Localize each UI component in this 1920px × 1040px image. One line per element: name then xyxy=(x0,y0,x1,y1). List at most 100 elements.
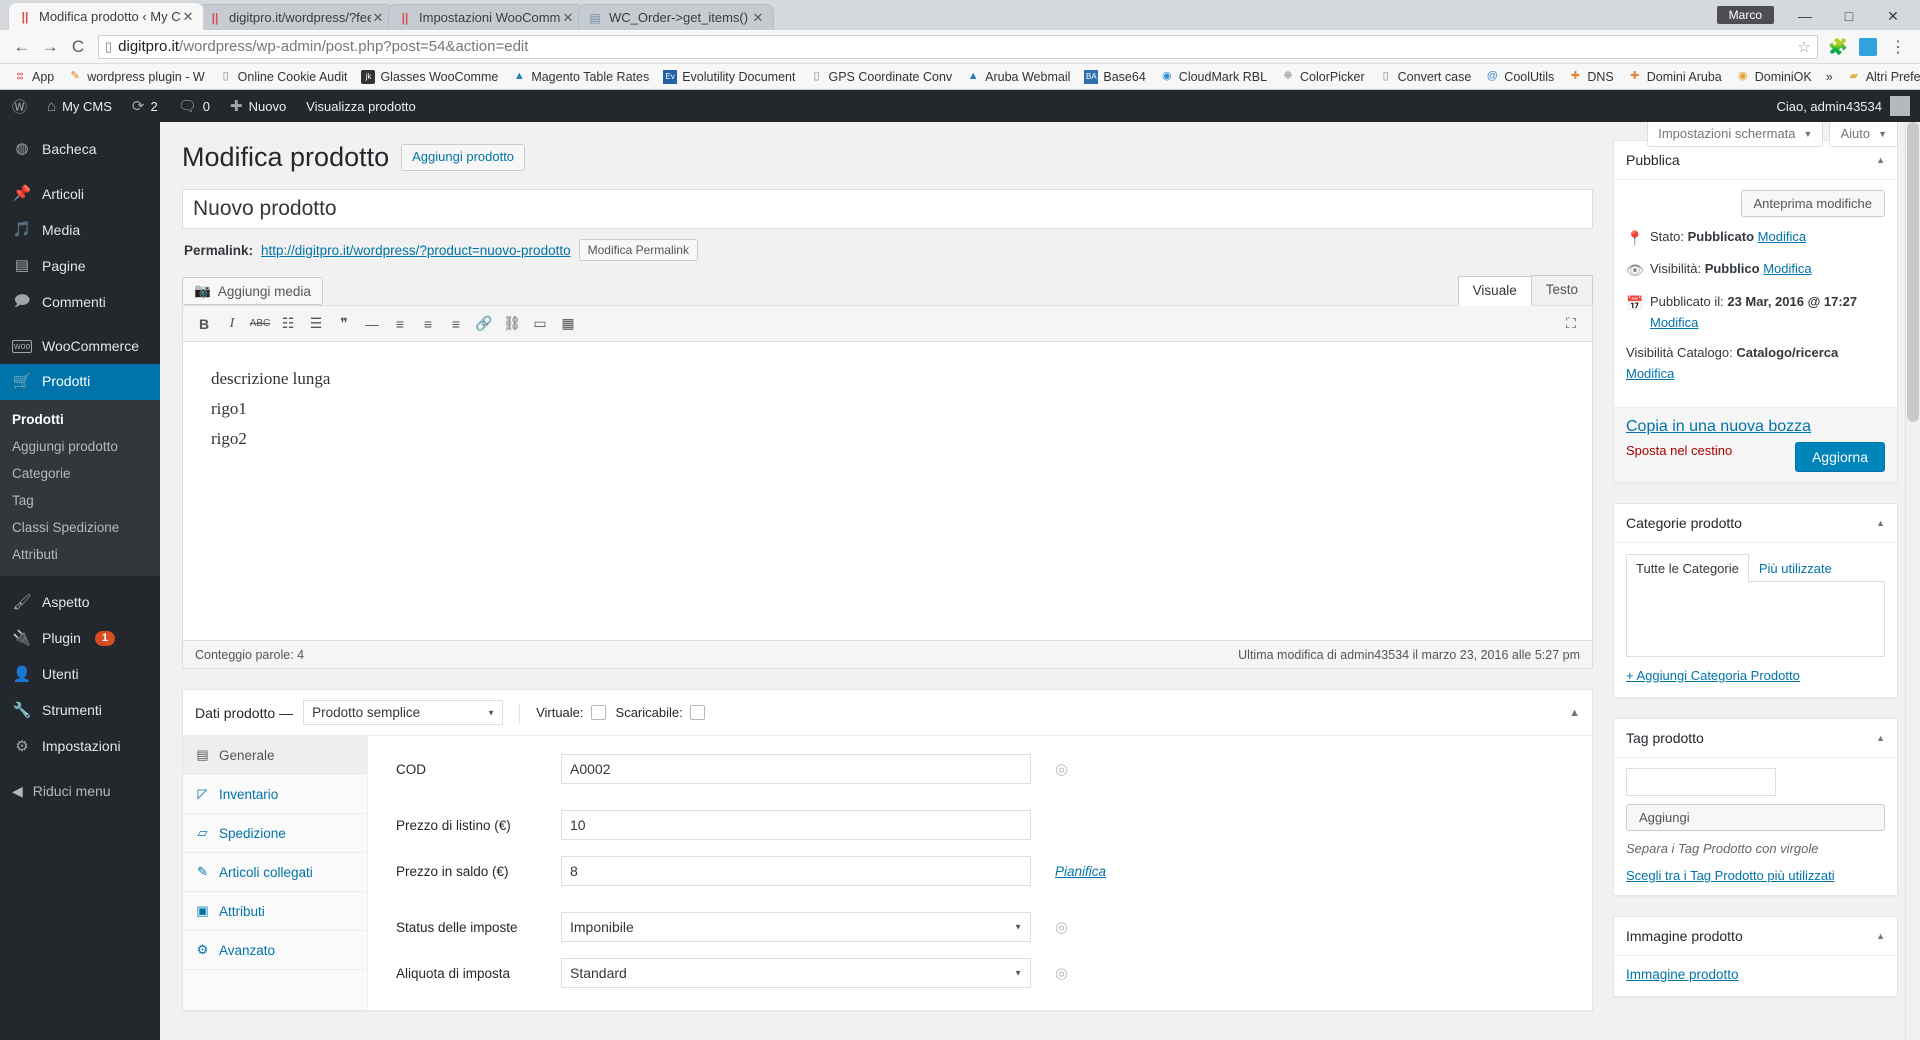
collapse-metabox-icon[interactable]: ▲ xyxy=(1876,518,1885,528)
forward-icon[interactable]: → xyxy=(36,34,64,60)
bookmark-item[interactable]: Ev Evolutility Document xyxy=(656,69,802,84)
sidebar-item-strumenti[interactable]: 🔧 Strumenti xyxy=(0,693,160,729)
copy-to-draft-link[interactable]: Copia in una nuova bozza xyxy=(1626,418,1811,435)
align-left-icon[interactable]: ≡ xyxy=(387,311,413,337)
sidebar-item-bacheca[interactable]: ◍ Bacheca xyxy=(0,131,160,167)
read-more-icon[interactable]: ▭ xyxy=(527,311,553,337)
bookmark-item[interactable]: ▲ Magento Table Rates xyxy=(505,70,656,84)
profile-avatar-icon[interactable] xyxy=(1854,34,1882,60)
italic-icon[interactable]: I xyxy=(219,311,245,337)
tab-spedizione[interactable]: ▱ Spedizione xyxy=(183,814,367,854)
account-area[interactable]: Ciao, admin43534 xyxy=(1776,96,1920,116)
sidebar-item-media[interactable]: 🎵 Media xyxy=(0,212,160,248)
scrollbar-thumb[interactable] xyxy=(1907,122,1919,422)
updates-button[interactable]: ⟳ 2 xyxy=(122,90,168,122)
reload-icon[interactable]: C xyxy=(64,34,92,60)
set-product-image-link[interactable]: Immagine prodotto xyxy=(1626,967,1739,982)
view-product-button[interactable]: Visualizza prodotto xyxy=(296,90,426,122)
add-tag-button[interactable]: Aggiungi xyxy=(1626,803,1885,831)
bookmark-item[interactable]: BA Base64 xyxy=(1077,69,1152,84)
tag-input[interactable] xyxy=(1626,767,1776,796)
bold-icon[interactable]: B xyxy=(191,311,217,337)
sidebar-item-prodotti[interactable]: 🛒 Prodotti xyxy=(0,363,160,400)
site-name-button[interactable]: ⌂ My CMS xyxy=(37,90,122,122)
sidebar-item-pagine[interactable]: ▤ Pagine xyxy=(0,248,160,284)
bookmark-item[interactable]: ▯ Online Cookie Audit xyxy=(212,70,355,84)
align-right-icon[interactable]: ≡ xyxy=(443,311,469,337)
comments-button[interactable]: 🗨 0 xyxy=(168,90,220,122)
browser-tab[interactable]: || Modifica prodotto ‹ My C ✕ xyxy=(8,2,204,30)
regular-price-input[interactable] xyxy=(561,810,1031,841)
minimize-icon[interactable]: — xyxy=(1792,8,1818,24)
sidebar-subitem-classi-spedizione[interactable]: Classi Spedizione xyxy=(0,514,160,541)
tab-avanzato[interactable]: ⚙ Avanzato xyxy=(183,931,367,971)
tab-most-used-categories[interactable]: Più utilizzate xyxy=(1749,554,1842,582)
tab-generale[interactable]: ▤ Generale xyxy=(183,736,367,776)
sidebar-item-plugin[interactable]: 🔌 Plugin 1 xyxy=(0,621,160,657)
edit-catalog-link[interactable]: Modifica xyxy=(1626,366,1674,381)
help-icon[interactable]: ◎ xyxy=(1055,760,1068,778)
collapse-metabox-icon[interactable]: ▲ xyxy=(1876,733,1885,743)
screen-options-button[interactable]: Impostazioni schermata ▼ xyxy=(1647,122,1824,147)
schedule-sale-link[interactable]: Pianifica xyxy=(1055,864,1106,879)
page-info-icon[interactable]: ▯ xyxy=(105,39,112,55)
add-category-link[interactable]: + Aggiungi Categoria Prodotto xyxy=(1626,668,1800,683)
blockquote-icon[interactable]: ❞ xyxy=(331,311,357,337)
sidebar-subitem-categorie[interactable]: Categorie xyxy=(0,460,160,487)
downloadable-checkbox-group[interactable]: Scaricabile: xyxy=(616,705,705,721)
sidebar-subitem-attributi[interactable]: Attributi xyxy=(0,541,160,568)
new-content-button[interactable]: ✚ Nuovo xyxy=(220,90,296,122)
sidebar-item-aspetto[interactable]: 🖌 Aspetto xyxy=(0,585,160,621)
maximize-icon[interactable]: □ xyxy=(1836,8,1862,24)
bookmark-item[interactable]: ◉ DominiOK xyxy=(1729,70,1819,84)
bookmark-item[interactable]: ▲ Aruba Webmail xyxy=(959,70,1077,84)
numbered-list-icon[interactable]: ☰ xyxy=(303,311,329,337)
sidebar-subitem-tag[interactable]: Tag xyxy=(0,487,160,514)
browser-tab[interactable]: ▤ WC_Order->get_items() r ✕ xyxy=(578,4,774,30)
collapse-menu-button[interactable]: ◀ Riduci menu xyxy=(0,774,160,809)
url-bar[interactable]: ▯ digitpro.it /wordpress/wp-admin/post.p… xyxy=(98,34,1818,59)
sidebar-item-articoli[interactable]: 📌 Articoli xyxy=(0,176,160,212)
bookmark-item[interactable]: ▯ Convert case xyxy=(1372,70,1479,84)
close-icon[interactable]: ✕ xyxy=(561,10,575,26)
close-icon[interactable]: ✕ xyxy=(181,9,195,25)
tax-class-select[interactable]: Standard xyxy=(561,958,1031,989)
extensions-icon[interactable]: 🧩 xyxy=(1824,34,1852,60)
bookmark-item[interactable]: ⦂⦂ App xyxy=(6,70,61,84)
collapse-metabox-icon[interactable]: ▲ xyxy=(1876,155,1885,165)
bookmarks-overflow-button[interactable]: » xyxy=(1819,70,1840,84)
close-icon[interactable]: ✕ xyxy=(371,10,385,26)
edit-permalink-button[interactable]: Modifica Permalink xyxy=(578,239,698,262)
collapse-metabox-icon[interactable]: ▲ xyxy=(1876,931,1885,941)
edit-status-link[interactable]: Modifica xyxy=(1758,229,1806,244)
editor-content-area[interactable]: descrizione lunga rigo1 rigo2 xyxy=(182,341,1593,642)
close-icon[interactable]: ✕ xyxy=(751,10,765,26)
bullet-list-icon[interactable]: ☷ xyxy=(275,311,301,337)
help-icon[interactable]: ◎ xyxy=(1055,918,1068,936)
choose-tags-link[interactable]: Scegli tra i Tag Prodotto più utilizzati xyxy=(1626,868,1885,883)
tab-attributi[interactable]: ▣ Attributi xyxy=(183,892,367,932)
window-user-badge[interactable]: Marco xyxy=(1716,6,1774,24)
tab-text[interactable]: Testo xyxy=(1530,275,1593,306)
bookmark-item[interactable]: @ CoolUtils xyxy=(1478,70,1561,84)
help-button[interactable]: Aiuto ▼ xyxy=(1829,122,1898,147)
align-center-icon[interactable]: ≡ xyxy=(415,311,441,337)
add-media-button[interactable]: 📷 Aggiungi media xyxy=(182,277,323,306)
strikethrough-icon[interactable]: ABC xyxy=(247,311,273,337)
downloadable-checkbox[interactable] xyxy=(689,705,705,721)
bookmark-item[interactable]: ✚ DNS xyxy=(1561,70,1620,84)
sidebar-item-impostazioni[interactable]: ⚙ Impostazioni xyxy=(0,729,160,765)
close-window-icon[interactable]: ✕ xyxy=(1880,8,1906,25)
other-bookmarks-button[interactable]: ▰ Altri Preferiti xyxy=(1840,70,1920,84)
bookmark-item[interactable]: jk Glasses WooComme xyxy=(354,69,505,84)
bookmark-item[interactable]: ✚ Domini Aruba xyxy=(1621,70,1729,84)
product-type-select[interactable]: Prodotto semplice xyxy=(303,700,504,726)
sidebar-subitem-aggiungi-prodotto[interactable]: Aggiungi prodotto xyxy=(0,433,160,460)
browser-tab[interactable]: || Impostazioni WooComme ✕ xyxy=(388,4,584,30)
bookmark-item[interactable]: ◉ CloudMark RBL xyxy=(1153,70,1274,84)
virtual-checkbox-group[interactable]: Virtuale: xyxy=(536,705,606,721)
tab-all-categories[interactable]: Tutte le Categorie xyxy=(1626,553,1749,582)
product-title-input[interactable] xyxy=(182,189,1593,230)
sidebar-item-commenti[interactable]: 🗩 Commenti xyxy=(0,284,160,320)
bookmark-item[interactable]: ✎ wordpress plugin - W xyxy=(61,70,211,84)
